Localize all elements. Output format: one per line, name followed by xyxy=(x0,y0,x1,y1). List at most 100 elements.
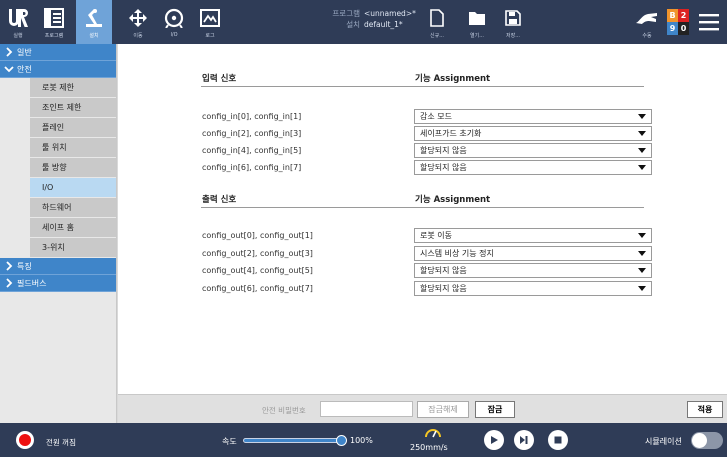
dropdown-arrow-icon xyxy=(638,233,646,238)
program-tab[interactable]: 프로그램 xyxy=(36,0,72,44)
io-tab-label: I/O xyxy=(170,32,178,38)
sidebar-item-io[interactable]: I/O xyxy=(30,178,116,198)
program-icon xyxy=(42,6,66,30)
io-tab[interactable]: I/O xyxy=(156,0,192,44)
input-function-dropdown[interactable]: 할당되지 않음 xyxy=(414,143,652,158)
open-button[interactable]: 열기... xyxy=(464,0,490,44)
input-function-dropdown[interactable]: 세이프가드 초기화 xyxy=(414,126,652,141)
program-name: <unnamed>* xyxy=(364,9,416,18)
simulation-toggle[interactable] xyxy=(691,432,723,449)
speed-slider-fill xyxy=(244,439,342,442)
program-info: 프로그램 <unnamed>* 설치 default_1* xyxy=(318,8,416,30)
lock-button[interactable]: 잠금 xyxy=(475,401,515,418)
run-tab-label: 실행 xyxy=(13,32,23,39)
dropdown-arrow-icon xyxy=(638,251,646,256)
sidebar-item-label: I/O xyxy=(42,183,54,192)
sidebar-item-label: 세이프 홈 xyxy=(42,223,74,232)
chevron-down-icon xyxy=(4,66,14,73)
action-bar: 안전 비밀번호 잠금해제 잠금 적용 xyxy=(118,394,727,423)
output-row-label: config_out[4], config_out[5] xyxy=(202,266,313,275)
ur-logo-icon xyxy=(6,6,30,30)
dropdown-value: 할당되지 않음 xyxy=(420,266,467,275)
power-button[interactable] xyxy=(16,431,34,449)
status-badge[interactable]: B 2 9 0 xyxy=(667,9,689,35)
sidebar-group-general[interactable]: 일반 xyxy=(0,44,116,61)
chevron-right-icon xyxy=(6,278,13,288)
program-tab-label: 프로그램 xyxy=(44,32,64,39)
status-9: 9 xyxy=(667,22,678,35)
open-folder-icon xyxy=(465,6,489,30)
sidebar-item-label: 조인트 제한 xyxy=(42,103,82,112)
sidebar-item-tool-position[interactable]: 툴 위치 xyxy=(30,138,116,158)
open-button-label: 열기... xyxy=(470,32,484,39)
sidebar-item-hardware[interactable]: 하드웨어 xyxy=(30,198,116,218)
stop-button[interactable] xyxy=(548,430,568,450)
dropdown-value: 로봇 이동 xyxy=(420,231,452,240)
dropdown-value: 할당되지 않음 xyxy=(420,163,467,172)
dropdown-arrow-icon xyxy=(638,268,646,273)
manual-mode-button[interactable]: 수동 xyxy=(632,0,662,44)
sidebar-item-tool-direction[interactable]: 툴 방향 xyxy=(30,158,116,178)
sidebar-item-label: 툴 위치 xyxy=(42,143,67,152)
sidebar-group-features[interactable]: 특징 xyxy=(0,258,116,275)
sidebar-item-label: 로봇 제한 xyxy=(42,83,74,92)
step-icon xyxy=(520,436,528,444)
save-button-label: 저장... xyxy=(506,32,520,39)
sidebar-item-label: 플레인 xyxy=(42,123,65,132)
output-function-header: 기능 Assignment xyxy=(415,195,491,205)
dropdown-arrow-icon xyxy=(638,286,646,291)
chevron-right-icon xyxy=(6,261,13,271)
save-icon xyxy=(501,6,525,30)
run-tab[interactable]: 실행 xyxy=(0,0,36,44)
sidebar-group-safety[interactable]: 안전 xyxy=(0,61,116,78)
installation-tab-label: 설치 xyxy=(89,32,99,39)
footer-bar: 전원 꺼짐 속도 100% 250mm/s 시뮬레이션 xyxy=(0,423,727,457)
password-label: 안전 비밀번호 xyxy=(262,406,306,415)
input-function-dropdown[interactable]: 할당되지 않음 xyxy=(414,160,652,175)
play-icon xyxy=(491,436,498,444)
new-button[interactable]: 신규... xyxy=(424,0,450,44)
sidebar-group-label: 일반 xyxy=(17,47,32,57)
speedometer-icon xyxy=(425,429,441,438)
apply-button[interactable]: 적용 xyxy=(687,401,723,418)
save-button[interactable]: 저장... xyxy=(500,0,526,44)
installation-tab[interactable]: 설치 xyxy=(76,0,112,44)
sidebar-item-3-position[interactable]: 3-위치 xyxy=(30,238,116,258)
input-function-dropdown[interactable]: 감소 모드 xyxy=(414,109,652,124)
chevron-right-icon xyxy=(6,47,13,57)
speed-slider[interactable] xyxy=(243,435,347,446)
output-row-label: config_out[2], config_out[3] xyxy=(202,249,313,258)
move-tab[interactable]: 이동 xyxy=(120,0,156,44)
sidebar: 일반 안전 로봇 제한 조인트 제한 플레인 툴 위치 툴 방향 I/O 하드웨… xyxy=(0,44,117,423)
divider xyxy=(201,207,644,208)
unlock-button[interactable]: 잠금해제 xyxy=(417,401,469,418)
io-icon xyxy=(162,6,186,30)
hamburger-menu-icon[interactable] xyxy=(697,10,721,34)
toggle-knob xyxy=(692,433,707,448)
output-function-dropdown[interactable]: 시스템 비상 기능 정지 xyxy=(414,246,652,261)
sidebar-group-label: 안전 xyxy=(17,64,32,74)
speed-slider-handle[interactable] xyxy=(336,435,347,446)
sidebar-group-fieldbus[interactable]: 필드버스 xyxy=(0,275,116,292)
new-file-icon xyxy=(425,6,449,30)
sidebar-item-label: 3-위치 xyxy=(42,243,65,252)
installation-icon xyxy=(82,6,106,30)
manual-mode-label: 수동 xyxy=(642,32,652,39)
output-function-dropdown[interactable]: 할당되지 않음 xyxy=(414,263,652,278)
divider xyxy=(201,86,644,87)
sidebar-item-joint-limits[interactable]: 조인트 제한 xyxy=(30,98,116,118)
play-button[interactable] xyxy=(484,430,504,450)
speed-value: 100% xyxy=(350,436,373,445)
sidebar-item-safe-home[interactable]: 세이프 홈 xyxy=(30,218,116,238)
sidebar-item-robot-limits[interactable]: 로봇 제한 xyxy=(30,78,116,98)
sidebar-group-label: 특징 xyxy=(17,261,32,271)
safety-password-input[interactable] xyxy=(320,401,413,417)
sidebar-item-planes[interactable]: 플레인 xyxy=(30,118,116,138)
speed-label: 속도 xyxy=(222,437,237,446)
output-function-dropdown[interactable]: 로봇 이동 xyxy=(414,228,652,243)
log-tab[interactable]: 로그 xyxy=(192,0,228,44)
step-button[interactable] xyxy=(514,430,534,450)
input-row-label: config_in[2], config_in[3] xyxy=(202,129,302,138)
output-function-dropdown[interactable]: 할당되지 않음 xyxy=(414,281,652,296)
input-row-label: config_in[6], config_in[7] xyxy=(202,163,302,172)
